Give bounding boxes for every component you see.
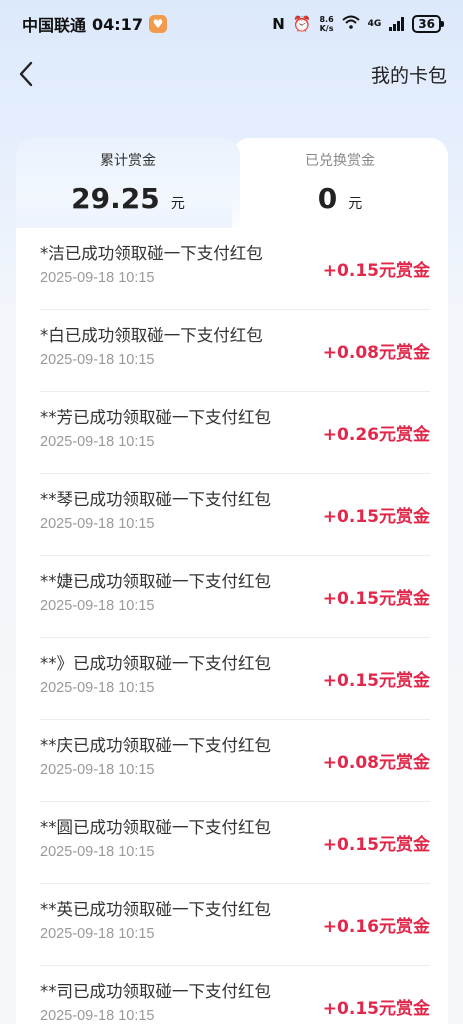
record-time: 2025-09-18 10:15: [40, 598, 155, 614]
record-time: 2025-09-18 10:15: [40, 434, 155, 450]
record-title: *白已成功领取碰一下支付红包: [40, 326, 263, 345]
record-amount: +0.15元赏金: [322, 507, 430, 527]
network-type: 4G: [367, 19, 382, 29]
speed-unit: K/s: [319, 24, 334, 33]
list-item: **婕已成功领取碰一下支付红包 2025-09-18 10:15 +0.15元赏…: [40, 556, 430, 638]
list-item: **琴已成功领取碰一下支付红包 2025-09-18 10:15 +0.15元赏…: [40, 474, 430, 556]
record-title: **英已成功领取碰一下支付红包: [40, 900, 271, 919]
list-item: **圆已成功领取碰一下支付红包 2025-09-18 10:15 +0.15元赏…: [40, 802, 430, 884]
clock: 04:17: [92, 14, 143, 34]
record-amount: +0.08元赏金: [322, 753, 430, 773]
redeemed-value-wrap: 0 元: [232, 182, 448, 215]
record-title: **圆已成功领取碰一下支付红包: [40, 818, 271, 837]
earned-amount: 29.25: [71, 182, 160, 215]
back-button[interactable]: [12, 56, 40, 92]
record-time: 2025-09-18 10:15: [40, 926, 155, 942]
bounty-record-list[interactable]: *洁已成功领取碰一下支付红包 2025-09-18 10:15 +0.15元赏金…: [16, 228, 448, 1024]
chevron-left-icon: [19, 61, 33, 87]
list-item: **司已成功领取碰一下支付红包 2025-09-18 10:15 +0.15元赏…: [40, 966, 430, 1024]
list-item: *白已成功领取碰一下支付红包 2025-09-18 10:15 +0.08元赏金: [40, 310, 430, 392]
bounty-summary: 已兑换赏金 0 元 累计赏金 29.25 元: [16, 138, 448, 238]
record-time: 2025-09-18 10:15: [40, 270, 155, 286]
status-bar: 中国联通 04:17 ♥ N ⏰ 8.6 K/s 4G 36: [0, 0, 463, 48]
record-time: 2025-09-18 10:15: [40, 516, 155, 532]
record-title: *洁已成功领取碰一下支付红包: [40, 244, 263, 263]
record-amount: +0.15元赏金: [322, 671, 430, 691]
redeemed-amount: 0: [317, 182, 338, 215]
my-card-wallet-link[interactable]: 我的卡包: [371, 61, 447, 88]
record-title: **婕已成功领取碰一下支付红包: [40, 572, 271, 591]
record-time: 2025-09-18 10:15: [40, 680, 155, 696]
list-item: **庆已成功领取碰一下支付红包 2025-09-18 10:15 +0.08元赏…: [40, 720, 430, 802]
record-time: 2025-09-18 10:15: [40, 1008, 155, 1024]
record-title: **司已成功领取碰一下支付红包: [40, 982, 271, 1001]
redeemed-unit: 元: [348, 196, 363, 212]
redeemed-label: 已兑换赏金: [305, 153, 375, 169]
signal-icon: [389, 17, 405, 31]
earned-label: 累计赏金: [100, 153, 156, 169]
battery-level: 36: [418, 17, 435, 31]
list-item: **》已成功领取碰一下支付红包 2025-09-18 10:15 +0.15元赏…: [40, 638, 430, 720]
wifi-icon: [341, 15, 360, 33]
record-time: 2025-09-18 10:15: [40, 352, 155, 368]
list-item: **英已成功领取碰一下支付红包 2025-09-18 10:15 +0.16元赏…: [40, 884, 430, 966]
heart-icon: ♥: [148, 15, 167, 33]
record-time: 2025-09-18 10:15: [40, 762, 155, 778]
status-right: N ⏰ 8.6 K/s 4G 36: [272, 15, 444, 33]
list-item: **芳已成功领取碰一下支付红包 2025-09-18 10:15 +0.26元赏…: [40, 392, 430, 474]
record-amount: +0.15元赏金: [322, 999, 430, 1019]
record-amount: +0.15元赏金: [322, 589, 430, 609]
record-amount: +0.08元赏金: [322, 343, 430, 363]
earned-unit: 元: [170, 196, 185, 212]
earned-value-wrap: 29.25 元: [16, 182, 240, 215]
record-amount: +0.16元赏金: [322, 917, 430, 937]
nav-bar: 我的卡包: [0, 52, 463, 96]
record-title: **庆已成功领取碰一下支付红包: [40, 736, 271, 755]
nfc-icon: N: [272, 15, 285, 33]
battery-icon: 36: [412, 15, 444, 33]
network-speed: 8.6 K/s: [319, 15, 333, 33]
tab-total-bounty[interactable]: 累计赏金 29.25 元: [16, 138, 240, 238]
record-amount: +0.26元赏金: [322, 425, 430, 445]
carrier-name: 中国联通: [22, 16, 87, 35]
tab-redeemed-bounty[interactable]: 已兑换赏金 0 元: [232, 138, 448, 238]
speed-value: 8.6: [319, 15, 334, 24]
record-title: **琴已成功领取碰一下支付红包: [40, 490, 271, 509]
record-time: 2025-09-18 10:15: [40, 844, 155, 860]
record-amount: +0.15元赏金: [322, 261, 430, 281]
alarm-icon: ⏰: [292, 15, 312, 33]
record-title: **芳已成功领取碰一下支付红包: [40, 408, 271, 427]
record-amount: +0.15元赏金: [322, 835, 430, 855]
record-title: **》已成功领取碰一下支付红包: [40, 654, 271, 673]
status-left: 中国联通 04:17 ♥: [22, 12, 167, 36]
list-item: *洁已成功领取碰一下支付红包 2025-09-18 10:15 +0.15元赏金: [40, 228, 430, 310]
